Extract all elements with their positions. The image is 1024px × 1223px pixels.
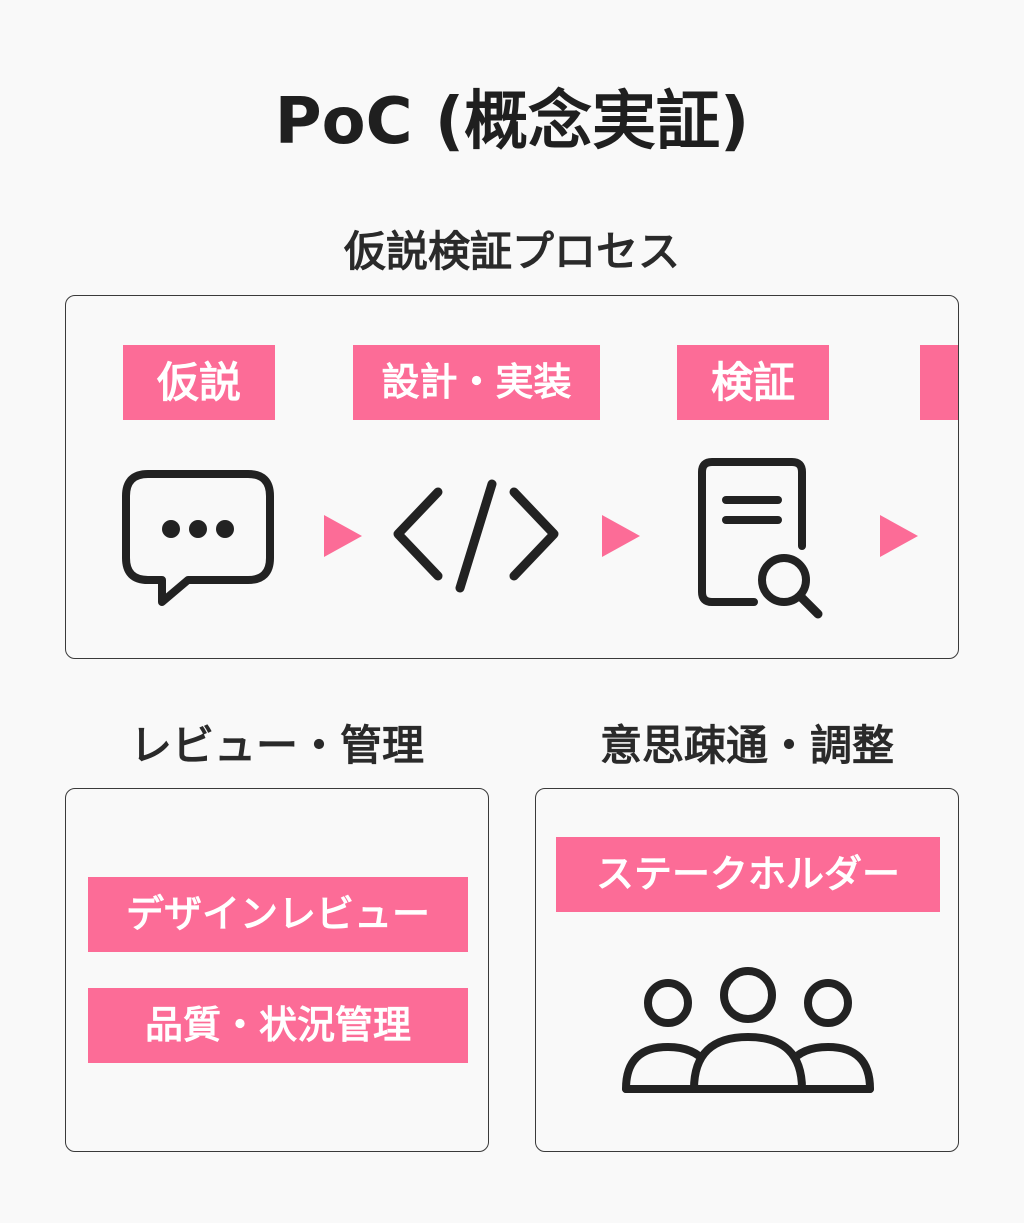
step-tag-next-clipped [920,345,958,420]
arrow-2-icon [602,515,640,557]
communication-heading: 意思疎通・調整 [599,721,894,770]
quality-status-tag: 品質・状況管理 [88,988,468,1063]
process-card: 仮説 設計・実装 検証 [65,295,959,659]
code-icon [393,479,559,593]
design-review-tag: デザインレビュー [88,877,468,952]
speech-bubble-icon [122,470,274,606]
step-tag-verification: 検証 [677,345,829,420]
step-tag-hypothesis: 仮説 [123,345,275,420]
communication-card: ステークホルダー [535,788,959,1152]
review-card: デザインレビュー 品質・状況管理 [65,788,489,1152]
page-title: PoC (概念実証) [274,85,750,159]
stakeholder-tag: ステークホルダー [556,837,940,912]
people-group-icon [622,967,874,1093]
arrow-3-icon [880,515,918,557]
step-tag-design-implement: 設計・実装 [353,345,600,420]
review-heading: レビュー・管理 [129,721,424,770]
process-heading: 仮説検証プロセス [343,227,680,276]
arrow-1-icon [324,515,362,557]
document-search-icon [698,458,823,619]
